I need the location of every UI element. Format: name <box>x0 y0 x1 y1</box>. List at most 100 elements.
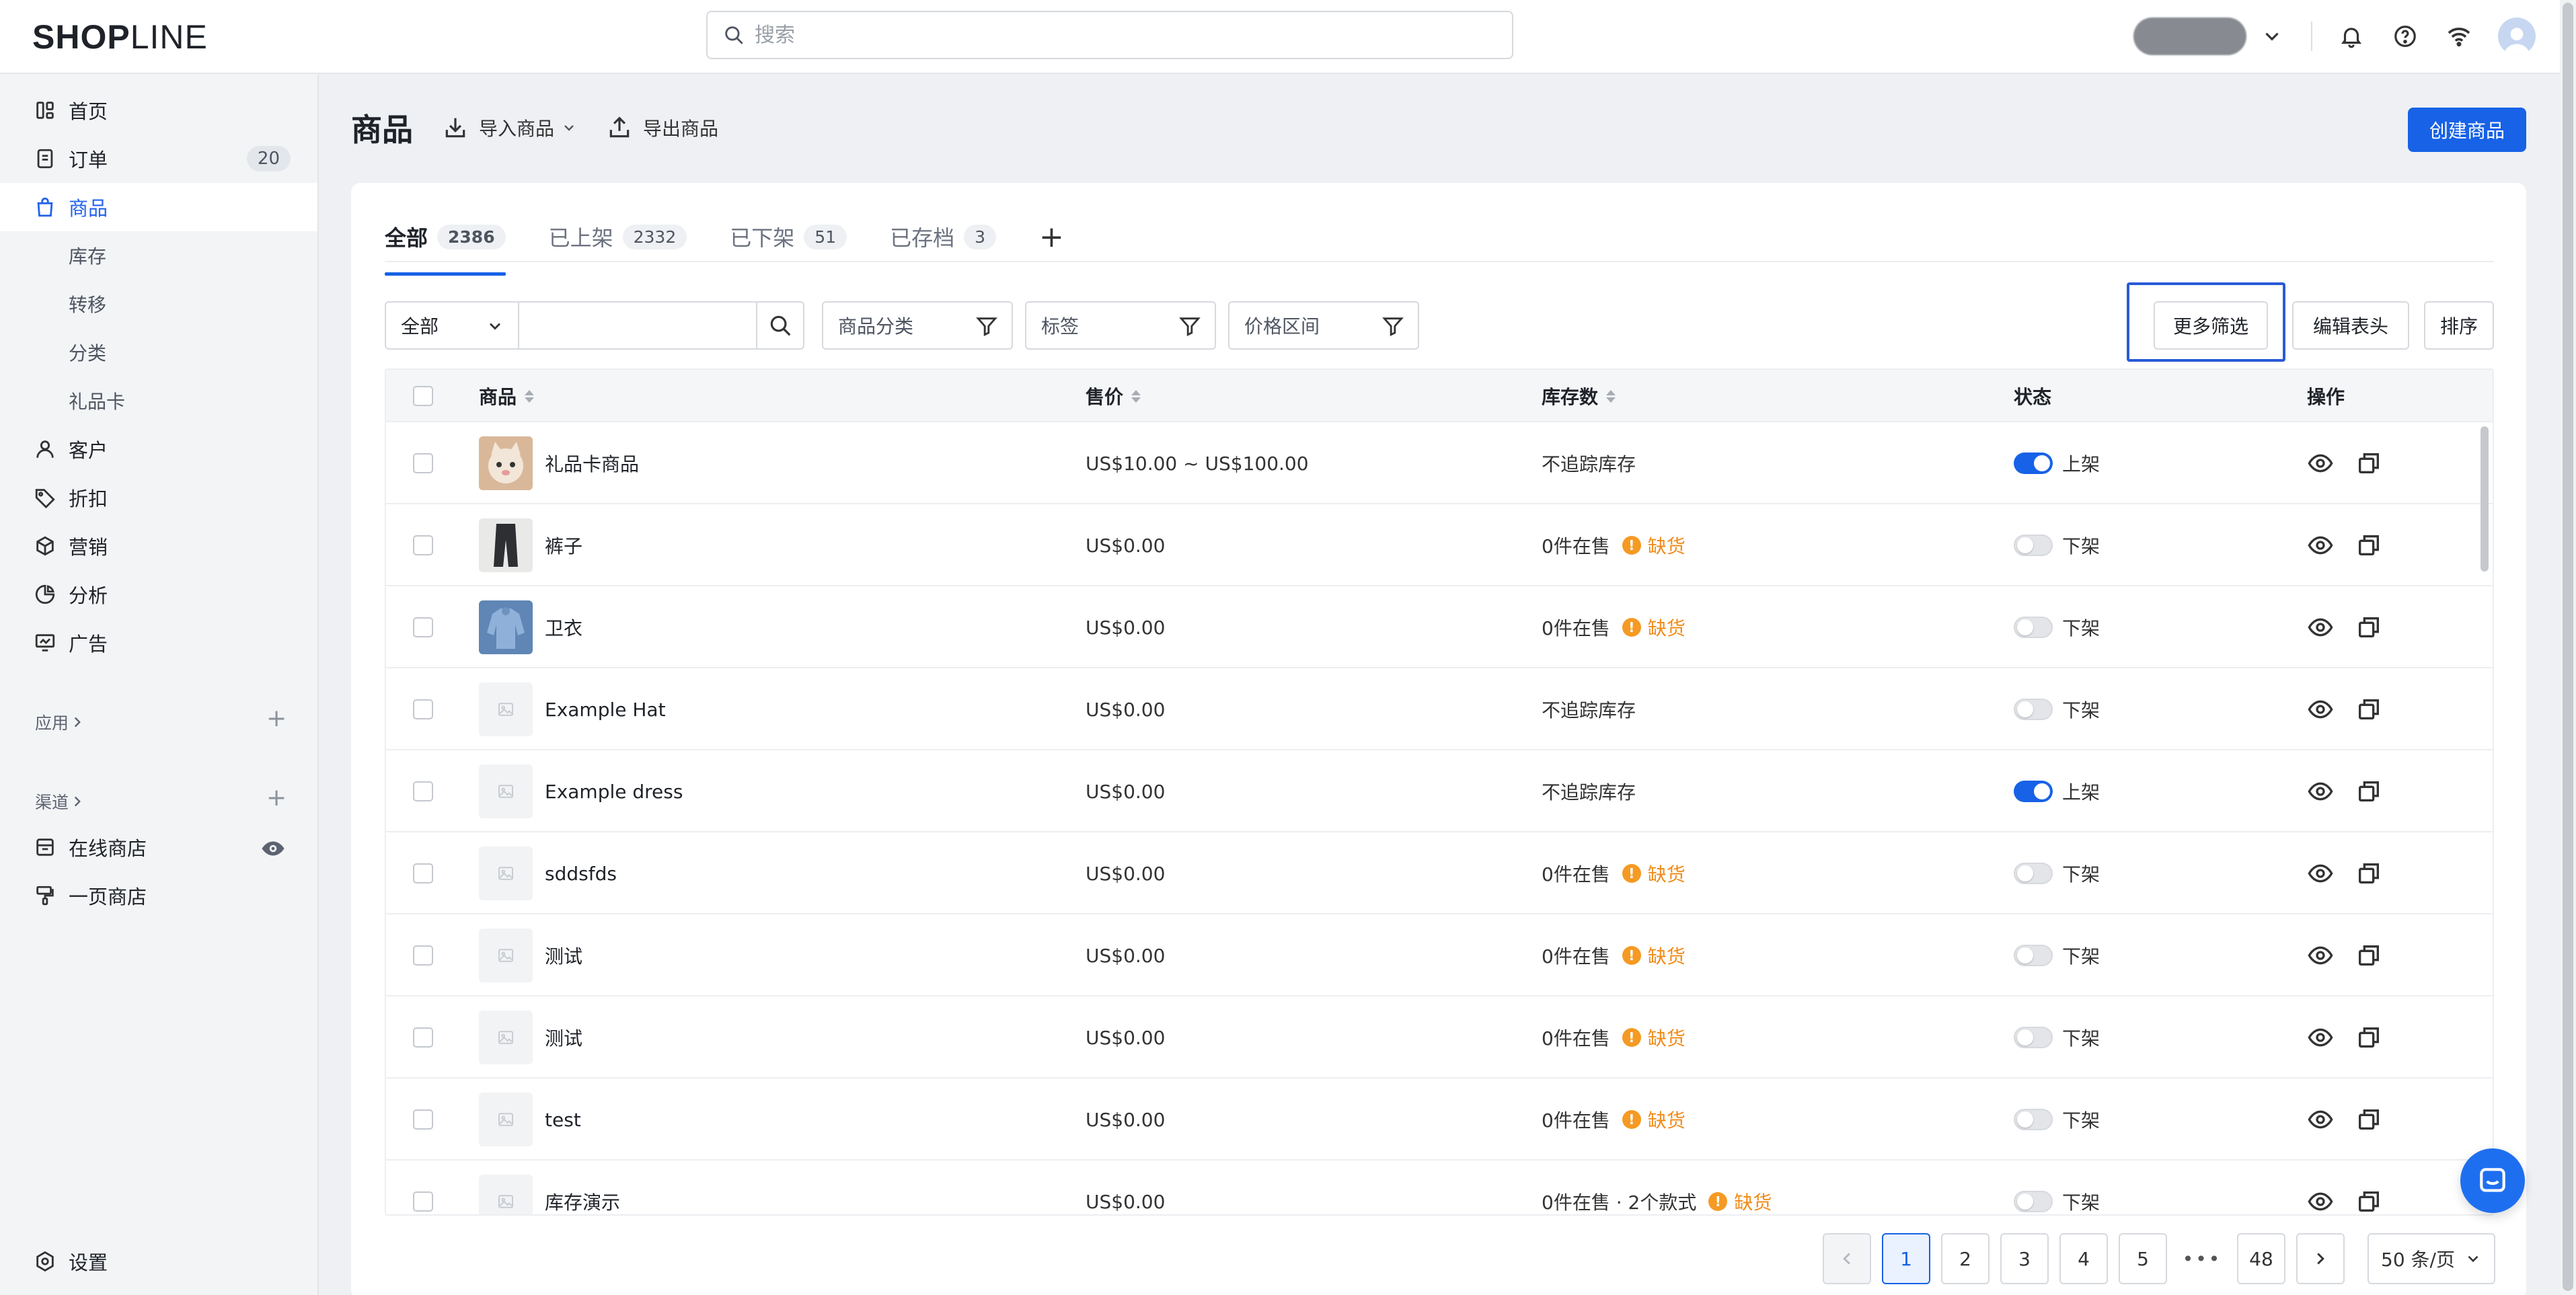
copy-icon[interactable] <box>2355 450 2382 477</box>
row-checkbox[interactable] <box>413 781 433 801</box>
page-last-button[interactable]: 48 <box>2237 1233 2285 1284</box>
product-thumbnail[interactable] <box>479 436 533 490</box>
add-channel-button[interactable]: + <box>266 784 287 812</box>
product-thumbnail[interactable] <box>479 1093 533 1146</box>
eye-icon[interactable] <box>261 836 285 861</box>
eye-icon[interactable] <box>2307 614 2334 641</box>
page-5-button[interactable]: 5 <box>2119 1233 2167 1284</box>
edit-columns-button[interactable]: 编辑表头 <box>2292 301 2409 350</box>
product-name[interactable]: 裤子 <box>545 532 582 559</box>
row-checkbox[interactable] <box>413 945 433 966</box>
eye-icon[interactable] <box>2307 1188 2334 1215</box>
copy-icon[interactable] <box>2355 532 2382 559</box>
table-row[interactable]: Example Hat US$0.00 不追踪库存 下架 <box>386 668 2493 750</box>
create-product-button[interactable]: 创建商品 <box>2408 108 2526 152</box>
product-thumbnail[interactable] <box>479 1175 533 1214</box>
row-checkbox[interactable] <box>413 617 433 637</box>
sidebar-item-one-page-store[interactable]: 一页商店 <box>0 871 317 920</box>
sidebar-item-marketing[interactable]: 营销 <box>0 522 317 570</box>
sidebar-item-settings[interactable]: 设置 <box>0 1237 317 1286</box>
status-toggle[interactable] <box>2014 453 2053 474</box>
column-price[interactable]: 售价 <box>1086 370 1141 422</box>
search-scope-select[interactable]: 全部 <box>385 301 519 350</box>
copy-icon[interactable] <box>2355 1188 2382 1215</box>
sidebar-subitem-giftcard[interactable]: 礼品卡 <box>69 377 125 425</box>
row-checkbox[interactable] <box>413 453 433 473</box>
eye-icon[interactable] <box>2307 778 2334 805</box>
page-scrollbar-thumb[interactable] <box>2563 3 2573 1291</box>
product-thumbnail[interactable] <box>479 518 533 572</box>
product-name[interactable]: Example Hat <box>545 699 666 721</box>
sidebar-apps-group[interactable]: 应用 <box>35 710 86 734</box>
status-toggle[interactable] <box>2014 781 2053 802</box>
page-ellipsis[interactable]: ••• <box>2178 1233 2226 1284</box>
sidebar-item-analytics[interactable]: 分析 <box>0 570 317 619</box>
sidebar-item-orders[interactable]: 订单 20 <box>0 134 317 183</box>
page-size-select[interactable]: 50 条/页 <box>2367 1233 2495 1284</box>
table-row[interactable]: 卫衣 US$0.00 0件在售 ! 缺货 下架 <box>386 586 2493 668</box>
user-avatar[interactable] <box>2498 17 2536 55</box>
row-checkbox[interactable] <box>413 535 433 555</box>
tab-listed[interactable]: 已上架 2332 <box>549 210 687 264</box>
table-row[interactable]: Example dress US$0.00 不追踪库存 上架 <box>386 750 2493 832</box>
select-all-checkbox[interactable] <box>413 386 433 406</box>
product-name[interactable]: 测试 <box>545 1024 582 1051</box>
copy-icon[interactable] <box>2355 860 2382 887</box>
product-cell[interactable]: 测试 <box>479 914 582 996</box>
tag-filter[interactable]: 标签 <box>1025 301 1216 350</box>
add-tab-button[interactable]: + <box>1039 210 1064 264</box>
product-cell[interactable]: 裤子 <box>479 504 582 586</box>
shopline-logo[interactable]: SHOPLINE <box>32 17 208 56</box>
sidebar-channels-group[interactable]: 渠道 <box>35 789 86 814</box>
status-toggle[interactable] <box>2014 535 2053 556</box>
page-1-button[interactable]: 1 <box>1882 1233 1930 1284</box>
product-name[interactable]: 库存演示 <box>545 1188 620 1214</box>
status-toggle[interactable] <box>2014 863 2053 884</box>
copy-icon[interactable] <box>2355 942 2382 969</box>
more-filters-button[interactable]: 更多筛选 <box>2154 301 2268 350</box>
product-name[interactable]: 卫衣 <box>545 614 582 641</box>
product-thumbnail[interactable] <box>479 1011 533 1064</box>
table-row[interactable]: test US$0.00 0件在售 ! 缺货 下架 <box>386 1078 2493 1161</box>
page-2-button[interactable]: 2 <box>1941 1233 1990 1284</box>
search-input[interactable] <box>755 23 1494 47</box>
product-cell[interactable]: Example dress <box>479 750 683 832</box>
product-name[interactable]: 礼品卡商品 <box>545 450 639 477</box>
wifi-icon[interactable] <box>2444 22 2474 51</box>
column-product[interactable]: 商品 <box>479 370 535 422</box>
product-thumbnail[interactable] <box>479 929 533 982</box>
column-stock[interactable]: 库存数 <box>1542 370 1616 422</box>
sidebar-item-products[interactable]: 商品 <box>0 183 317 231</box>
tab-unlisted[interactable]: 已下架 51 <box>730 210 847 264</box>
export-products-button[interactable]: 导出商品 <box>607 114 718 141</box>
product-cell[interactable]: Example Hat <box>479 668 666 750</box>
help-icon[interactable] <box>2390 22 2420 51</box>
tab-archived[interactable]: 已存档 3 <box>890 210 996 264</box>
product-thumbnail[interactable] <box>479 682 533 736</box>
eye-icon[interactable] <box>2307 1024 2334 1051</box>
product-name[interactable]: test <box>545 1109 581 1131</box>
page-scrollbar[interactable] <box>2560 0 2576 1295</box>
product-thumbnail[interactable] <box>479 600 533 654</box>
table-row[interactable]: 礼品卡商品 US$10.00 ~ US$100.00 不追踪库存 上架 <box>386 422 2493 504</box>
status-toggle[interactable] <box>2014 1191 2053 1212</box>
product-cell[interactable]: sddsfds <box>479 832 617 914</box>
chat-support-button[interactable] <box>2460 1148 2525 1213</box>
global-search[interactable] <box>706 11 1513 59</box>
product-cell[interactable]: 测试 <box>479 996 582 1078</box>
page-4-button[interactable]: 4 <box>2059 1233 2108 1284</box>
copy-icon[interactable] <box>2355 696 2382 723</box>
status-toggle[interactable] <box>2014 617 2053 638</box>
product-cell[interactable]: 卫衣 <box>479 586 582 668</box>
sidebar-subitem-category[interactable]: 分类 <box>69 328 106 377</box>
table-row[interactable]: 库存演示 US$0.00 0件在售 · 2个款式 ! 缺货 下架 <box>386 1161 2493 1215</box>
row-checkbox[interactable] <box>413 1027 433 1048</box>
sort-button[interactable]: 排序 <box>2424 301 2494 350</box>
product-cell[interactable]: test <box>479 1078 581 1161</box>
eye-icon[interactable] <box>2307 532 2334 559</box>
copy-icon[interactable] <box>2355 778 2382 805</box>
price-range-filter[interactable]: 价格区间 <box>1228 301 1419 350</box>
next-page-button[interactable] <box>2296 1233 2345 1284</box>
product-name[interactable]: sddsfds <box>545 863 617 885</box>
row-checkbox[interactable] <box>413 1109 433 1130</box>
